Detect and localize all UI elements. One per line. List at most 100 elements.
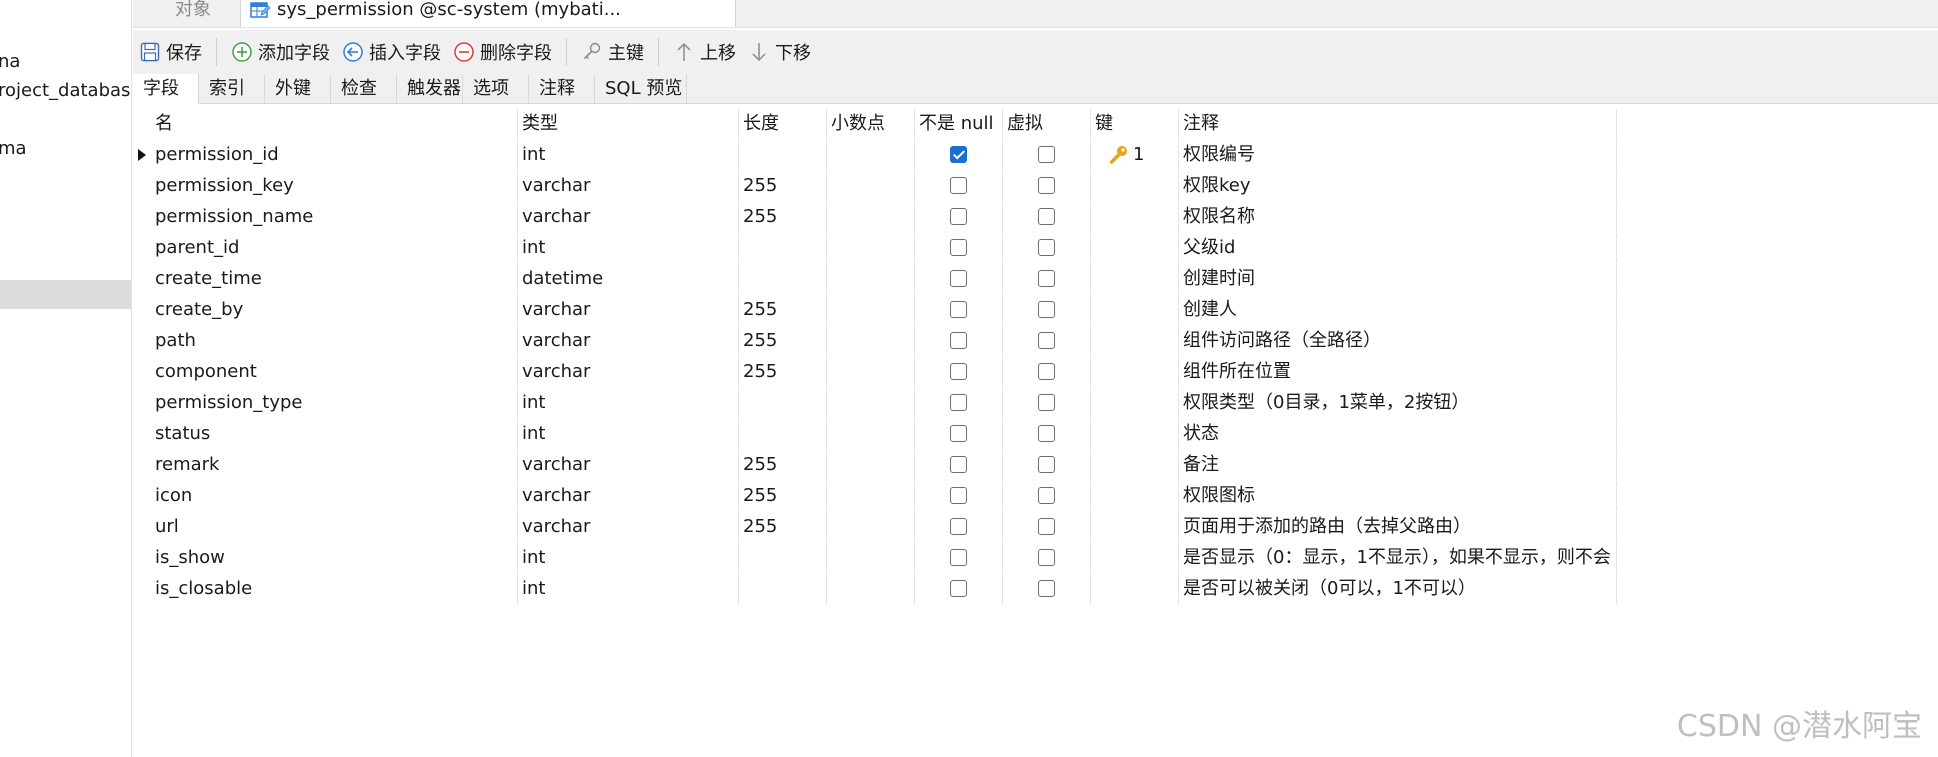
not-null-checkbox[interactable] [950,394,967,411]
field-length-cell[interactable] [739,543,827,573]
field-type-cell[interactable]: datetime [518,264,739,294]
not-null-checkbox[interactable] [950,518,967,535]
key-cell[interactable] [1091,171,1179,201]
key-cell[interactable] [1091,357,1179,387]
field-decimal-cell[interactable] [827,233,915,263]
field-name-cell[interactable]: path [151,326,518,356]
field-comment-cell[interactable]: 组件所在位置 [1179,357,1617,387]
virtual-checkbox[interactable] [1038,239,1055,256]
header-virtual[interactable]: 虚拟 [1003,109,1091,139]
virtual-checkbox[interactable] [1038,270,1055,287]
key-cell[interactable]: 1 [1091,140,1179,170]
tree-item[interactable]: ma [0,136,27,162]
field-decimal-cell[interactable] [827,481,915,511]
field-type-cell[interactable]: varchar [518,326,739,356]
not-null-checkbox[interactable] [950,580,967,597]
field-decimal-cell[interactable] [827,419,915,449]
key-cell[interactable] [1091,326,1179,356]
field-type-cell[interactable]: varchar [518,202,739,232]
header-type[interactable]: 类型 [518,109,739,139]
field-name-cell[interactable]: parent_id [151,233,518,263]
field-comment-cell[interactable]: 父级id [1179,233,1617,263]
virtual-checkbox[interactable] [1038,394,1055,411]
field-decimal-cell[interactable] [827,512,915,542]
header-length[interactable]: 长度 [739,109,827,139]
field-name-cell[interactable]: component [151,357,518,387]
field-name-cell[interactable]: icon [151,481,518,511]
field-comment-cell[interactable]: 状态 [1179,419,1617,449]
field-comment-cell[interactable]: 页面用于添加的路由（去掉父路由） [1179,512,1617,542]
field-name-cell[interactable]: status [151,419,518,449]
not-null-checkbox[interactable] [950,146,967,163]
header-comment[interactable]: 注释 [1179,109,1617,139]
field-name-cell[interactable]: permission_id [151,140,518,170]
not-null-checkbox[interactable] [950,425,967,442]
field-length-cell[interactable] [739,419,827,449]
not-null-checkbox[interactable] [950,301,967,318]
tab-options[interactable]: 选项 [463,74,529,103]
field-length-cell[interactable] [739,264,827,294]
tab-table-editor[interactable]: sys_permission @sc-system (mybati... [240,0,736,27]
virtual-checkbox[interactable] [1038,177,1055,194]
insert-field-button[interactable]: 插入字段 [336,36,447,68]
tab-sql-preview[interactable]: SQL 预览 [595,74,687,103]
tree-item-selected[interactable] [0,280,131,309]
field-type-cell[interactable]: int [518,388,739,418]
field-comment-cell[interactable]: 权限编号 [1179,140,1617,170]
field-decimal-cell[interactable] [827,202,915,232]
field-type-cell[interactable]: int [518,419,739,449]
field-length-cell[interactable]: 255 [739,450,827,480]
field-decimal-cell[interactable] [827,295,915,325]
field-name-cell[interactable]: is_show [151,543,518,573]
field-type-cell[interactable]: varchar [518,450,739,480]
virtual-checkbox[interactable] [1038,146,1055,163]
key-cell[interactable] [1091,202,1179,232]
virtual-checkbox[interactable] [1038,363,1055,380]
field-name-cell[interactable]: create_time [151,264,518,294]
tab-foreign-keys[interactable]: 外键 [265,74,331,103]
tab-objects[interactable]: 对象 [141,0,245,27]
field-length-cell[interactable] [739,233,827,263]
not-null-checkbox[interactable] [950,549,967,566]
field-type-cell[interactable]: varchar [518,171,739,201]
field-type-cell[interactable]: varchar [518,512,739,542]
not-null-checkbox[interactable] [950,208,967,225]
field-comment-cell[interactable]: 权限类型（0目录，1菜单，2按钮） [1179,388,1617,418]
field-type-cell[interactable]: int [518,574,739,604]
field-name-cell[interactable]: url [151,512,518,542]
field-comment-cell[interactable]: 备注 [1179,450,1617,480]
field-length-cell[interactable] [739,388,827,418]
field-type-cell[interactable]: int [518,543,739,573]
virtual-checkbox[interactable] [1038,332,1055,349]
move-up-button[interactable]: 上移 [667,36,742,68]
virtual-checkbox[interactable] [1038,456,1055,473]
field-length-cell[interactable]: 255 [739,512,827,542]
tab-indexes[interactable]: 索引 [199,74,265,103]
field-decimal-cell[interactable] [827,574,915,604]
field-decimal-cell[interactable] [827,171,915,201]
tab-triggers[interactable]: 触发器 [397,74,463,103]
key-cell[interactable] [1091,295,1179,325]
key-cell[interactable] [1091,388,1179,418]
field-decimal-cell[interactable] [827,326,915,356]
field-type-cell[interactable]: varchar [518,295,739,325]
tab-comment[interactable]: 注释 [529,74,595,103]
primary-key-button[interactable]: 主键 [575,36,650,68]
field-decimal-cell[interactable] [827,543,915,573]
not-null-checkbox[interactable] [950,177,967,194]
field-length-cell[interactable]: 255 [739,295,827,325]
field-name-cell[interactable]: create_by [151,295,518,325]
field-type-cell[interactable]: varchar [518,357,739,387]
field-comment-cell[interactable]: 创建时间 [1179,264,1617,294]
key-cell[interactable] [1091,512,1179,542]
field-decimal-cell[interactable] [827,450,915,480]
field-name-cell[interactable]: permission_key [151,171,518,201]
virtual-checkbox[interactable] [1038,518,1055,535]
field-name-cell[interactable]: is_closable [151,574,518,604]
header-name[interactable]: 名 [151,109,518,139]
virtual-checkbox[interactable] [1038,487,1055,504]
field-name-cell[interactable]: permission_type [151,388,518,418]
move-down-button[interactable]: 下移 [742,36,817,68]
field-decimal-cell[interactable] [827,264,915,294]
key-cell[interactable] [1091,543,1179,573]
